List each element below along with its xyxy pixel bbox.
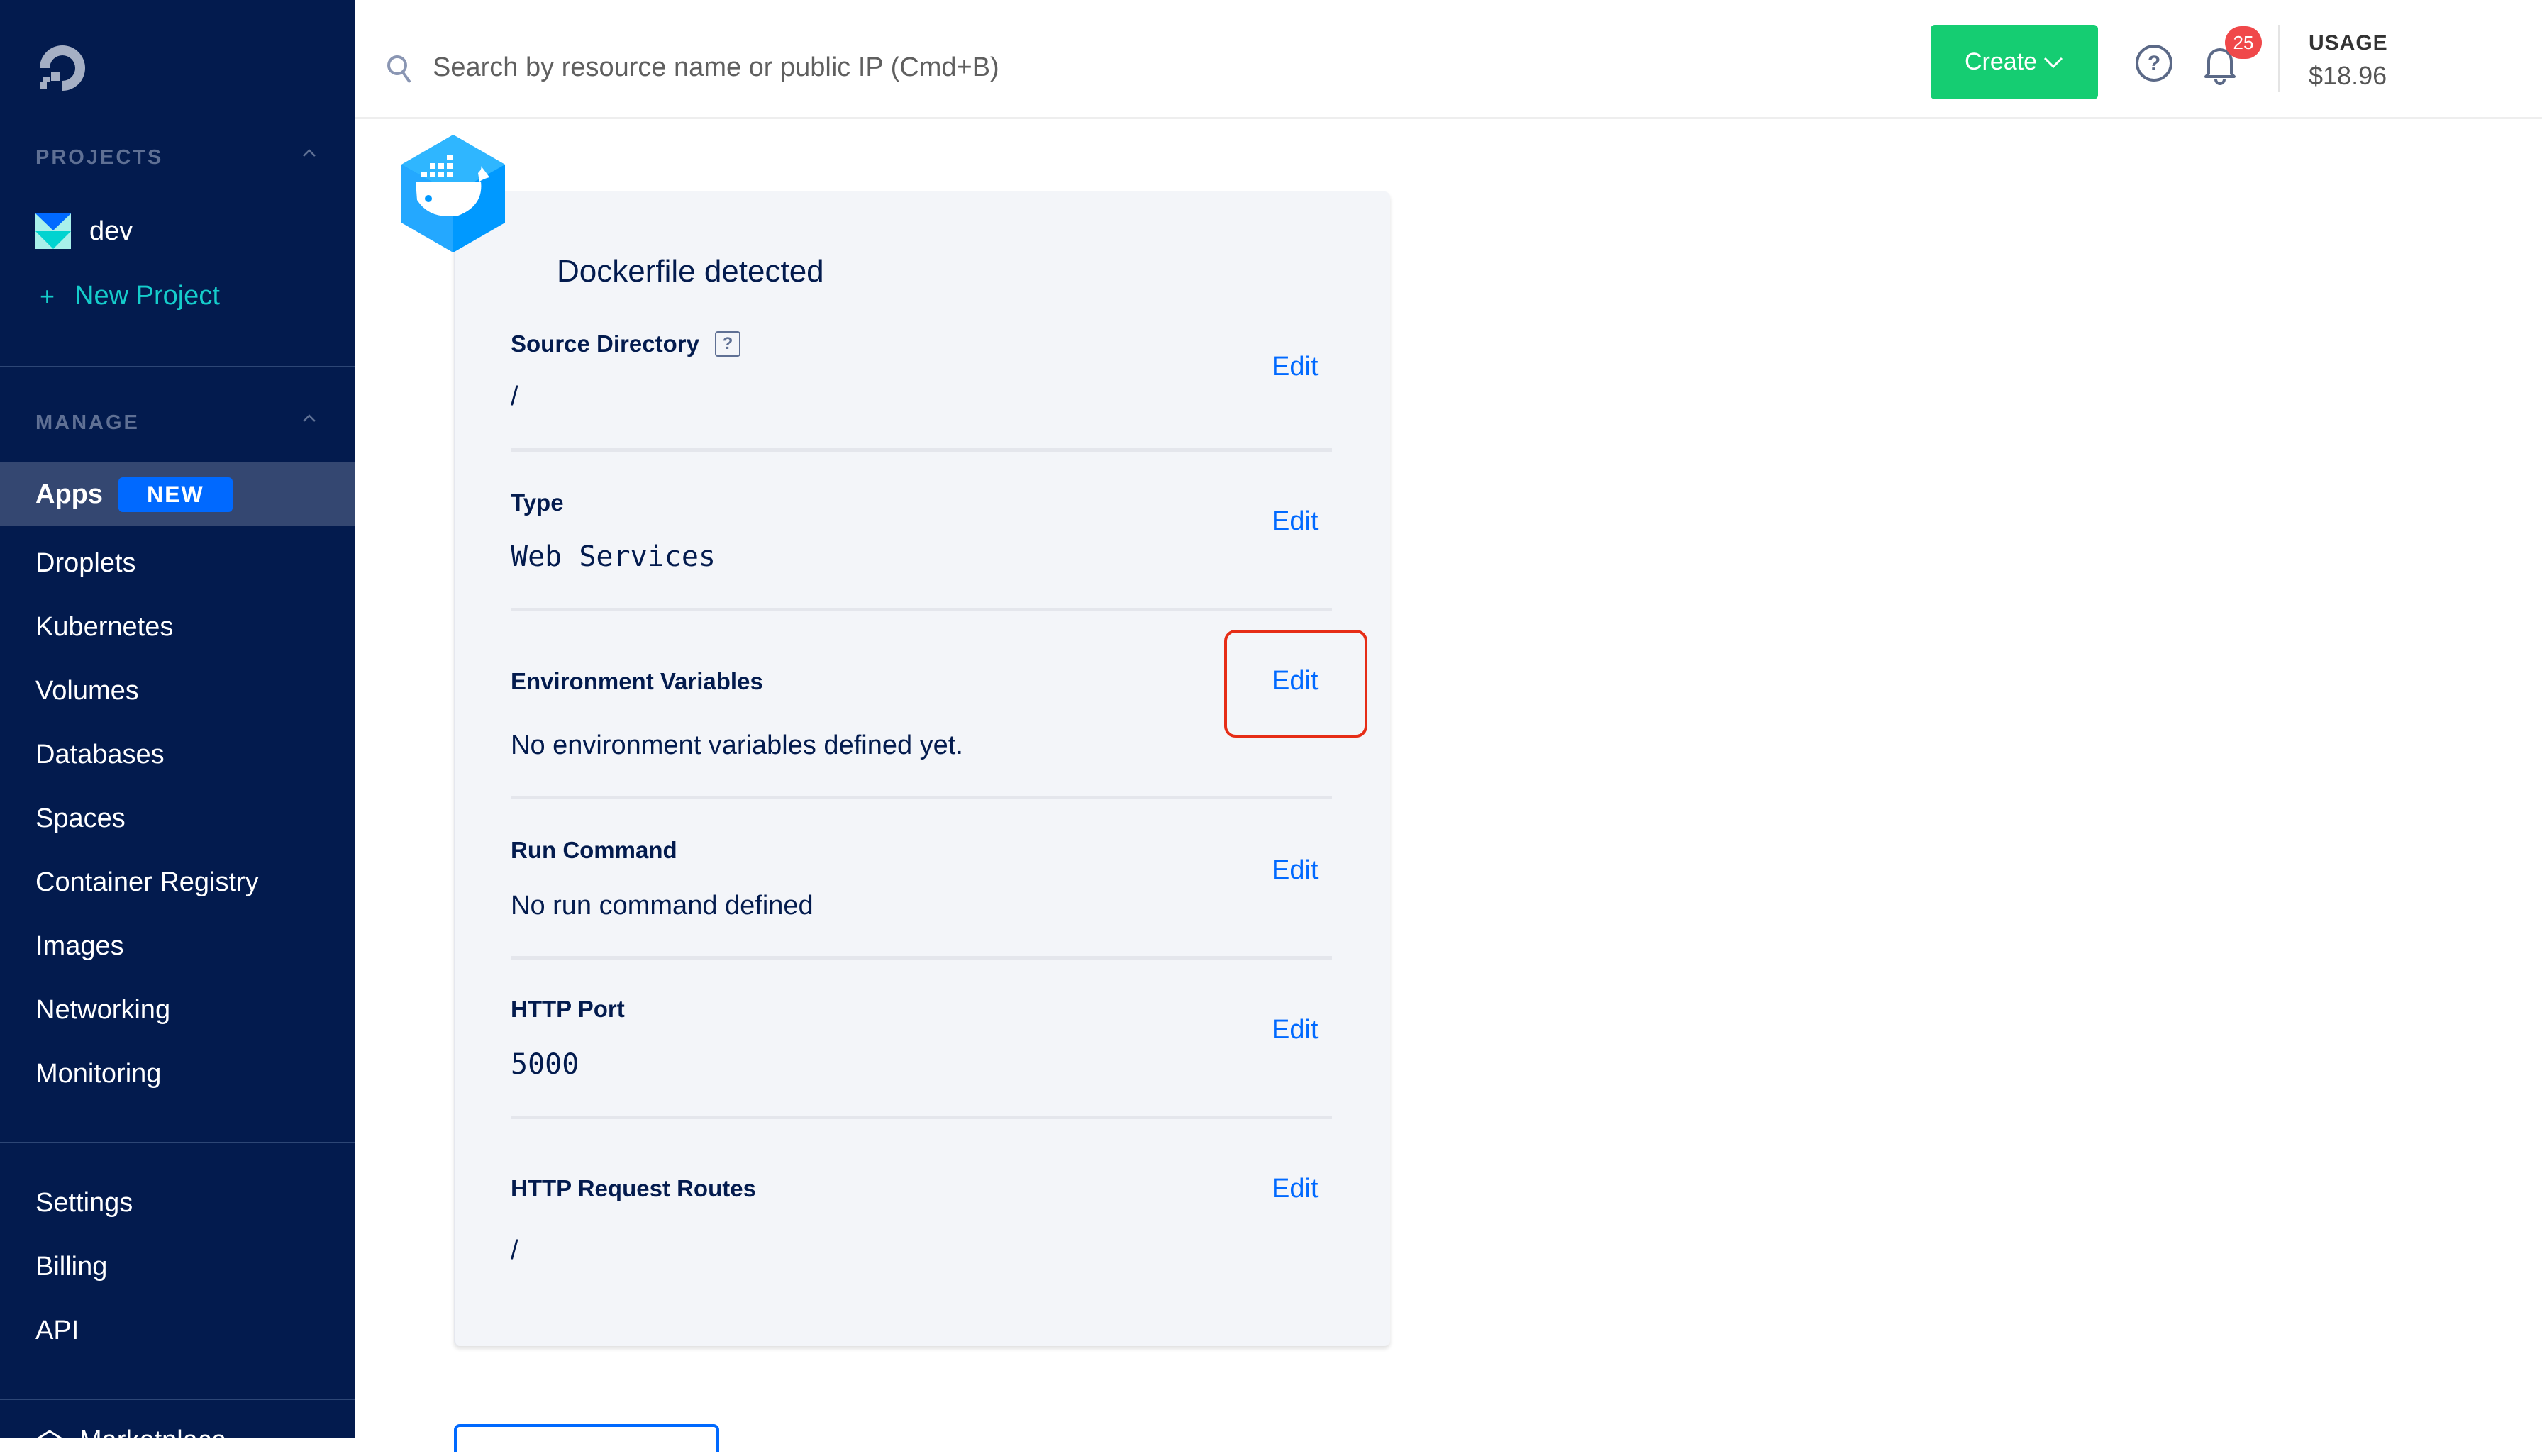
- usage-value[interactable]: $18.96: [2309, 61, 2387, 91]
- sidebar-item-spaces[interactable]: Spaces: [0, 787, 355, 850]
- projects-header: PROJECTS: [35, 146, 164, 169]
- sidebar-item-marketplace[interactable]: Marketplace: [35, 1426, 226, 1456]
- source-directory-label: Source Directory ?: [511, 330, 740, 357]
- sidebar-item-billing[interactable]: Billing: [0, 1235, 355, 1299]
- collapse-manage-chevron-icon[interactable]: [301, 410, 318, 427]
- new-project-link[interactable]: + New Project: [40, 281, 220, 311]
- card-title: Dockerfile detected: [557, 254, 824, 289]
- edit-http-request-routes-link[interactable]: Edit: [1272, 1174, 1318, 1204]
- create-button[interactable]: Create: [1931, 25, 2098, 99]
- sidebar-item-volumes[interactable]: Volumes: [0, 659, 355, 723]
- sidebar-item-label: Spaces: [35, 803, 126, 833]
- sidebar-item-label: Settings: [35, 1187, 133, 1218]
- environment-variables-value: No environment variables defined yet.: [511, 730, 963, 760]
- help-tooltip-icon[interactable]: ?: [714, 331, 740, 357]
- sidebar-item-label: Droplets: [35, 548, 136, 578]
- row-divider: [511, 448, 1332, 452]
- sidebar-item-label: Networking: [35, 994, 171, 1025]
- sidebar-item-settings[interactable]: Settings: [0, 1171, 355, 1235]
- run-command-value: No run command defined: [511, 891, 814, 921]
- create-label: Create: [1964, 48, 2038, 75]
- http-port-label: HTTP Port: [511, 996, 625, 1022]
- sidebar: PROJECTS dev + New Project MANAGE Apps N…: [0, 0, 355, 1455]
- top-bar: Create ? 25 USAGE $18.96: [355, 0, 2542, 119]
- plus-icon: +: [40, 281, 55, 311]
- row-divider: [511, 1116, 1332, 1119]
- sidebar-item-apps[interactable]: Apps NEW: [0, 462, 355, 526]
- search-input[interactable]: [433, 43, 1426, 92]
- row-divider: [511, 956, 1332, 960]
- dockerfile-card: [454, 191, 1390, 1346]
- help-icon[interactable]: ?: [2134, 43, 2174, 83]
- search-icon: [387, 55, 411, 84]
- collapse-projects-chevron-icon[interactable]: [301, 145, 318, 162]
- sidebar-item-databases[interactable]: Databases: [0, 723, 355, 787]
- new-project-label: New Project: [74, 281, 220, 311]
- edit-source-directory-link[interactable]: Edit: [1272, 352, 1318, 382]
- sidebar-item-label: Container Registry: [35, 867, 259, 897]
- http-port-value: 5000: [511, 1048, 579, 1081]
- sidebar-item-label: API: [35, 1315, 79, 1345]
- sidebar-divider: [0, 1399, 355, 1400]
- sidebar-item-label: Apps: [35, 479, 103, 509]
- run-command-label: Run Command: [511, 837, 677, 863]
- svg-text:?: ?: [2148, 52, 2160, 75]
- project-label: dev: [89, 216, 133, 246]
- http-request-routes-label: HTTP Request Routes: [511, 1175, 756, 1201]
- next-button-partial[interactable]: [454, 1424, 719, 1452]
- project-icon: [35, 213, 71, 249]
- notification-count-badge: 25: [2225, 26, 2262, 59]
- field-label-text: Source Directory: [511, 330, 699, 357]
- sidebar-item-images[interactable]: Images: [0, 914, 355, 978]
- new-badge: NEW: [118, 477, 233, 512]
- topbar-separator: [2278, 25, 2280, 92]
- sidebar-divider: [0, 1142, 355, 1143]
- edit-type-link[interactable]: Edit: [1272, 506, 1318, 537]
- edit-environment-variables-link[interactable]: Edit: [1272, 666, 1318, 696]
- http-request-routes-value: /: [511, 1235, 518, 1265]
- docker-icon: [401, 135, 505, 252]
- project-item-dev[interactable]: dev: [35, 213, 133, 250]
- digitalocean-logo-icon[interactable]: [35, 41, 89, 95]
- sidebar-item-networking[interactable]: Networking: [0, 978, 355, 1042]
- sidebar-item-label: Databases: [35, 739, 165, 769]
- row-divider: [511, 796, 1332, 799]
- sidebar-item-container-registry[interactable]: Container Registry: [0, 850, 355, 914]
- edit-run-command-link[interactable]: Edit: [1272, 855, 1318, 886]
- sidebar-item-label: Marketplace: [79, 1426, 226, 1455]
- edit-http-port-link[interactable]: Edit: [1272, 1015, 1318, 1045]
- row-divider: [511, 608, 1332, 611]
- sidebar-item-label: Monitoring: [35, 1058, 162, 1089]
- sidebar-item-api[interactable]: API: [0, 1299, 355, 1362]
- chevron-down-icon: [2043, 57, 2063, 68]
- sidebar-item-label: Volumes: [35, 675, 139, 706]
- marketplace-icon: [36, 1429, 63, 1447]
- sidebar-divider: [0, 366, 355, 367]
- usage-label: USAGE: [2309, 31, 2388, 55]
- sidebar-item-monitoring[interactable]: Monitoring: [0, 1042, 355, 1106]
- type-value: Web Services: [511, 540, 716, 573]
- manage-header: MANAGE: [35, 411, 140, 434]
- sidebar-item-label: Billing: [35, 1251, 108, 1282]
- sidebar-item-label: Kubernetes: [35, 611, 174, 642]
- sidebar-item-droplets[interactable]: Droplets: [0, 531, 355, 595]
- type-label: Type: [511, 489, 564, 516]
- source-directory-value: /: [511, 382, 518, 411]
- sidebar-item-label: Images: [35, 930, 124, 961]
- environment-variables-label: Environment Variables: [511, 668, 763, 694]
- sidebar-item-kubernetes[interactable]: Kubernetes: [0, 595, 355, 659]
